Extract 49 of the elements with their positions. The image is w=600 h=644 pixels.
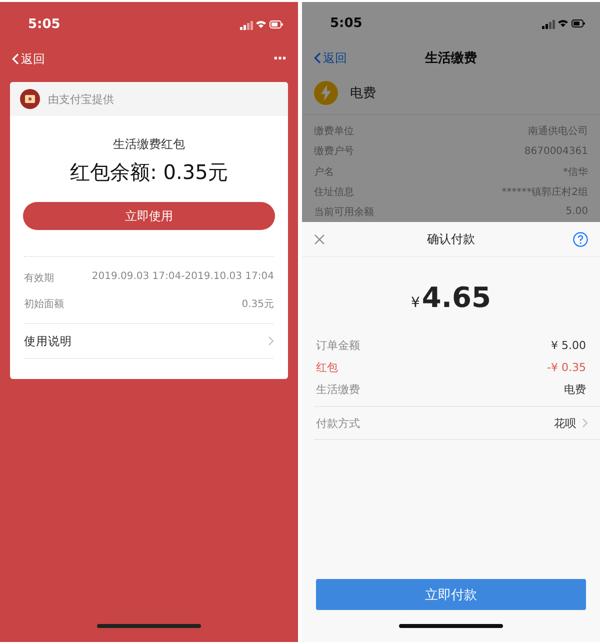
back-link[interactable]: 返回 xyxy=(12,50,46,68)
chevron-right-icon xyxy=(268,336,274,346)
info-label: 缴费单位 xyxy=(314,124,354,138)
order-line-value: -¥ 0.35 xyxy=(547,360,586,374)
detail-label: 有效期 xyxy=(24,272,54,285)
info-label: 当前可用余额 xyxy=(314,206,374,219)
method-label: 付款方式 xyxy=(316,416,360,430)
info-value: 8670004361 xyxy=(524,146,588,157)
page-title: 生活缴费 xyxy=(425,50,477,68)
chevron-right-icon xyxy=(582,418,588,428)
back-link[interactable]: 返回 xyxy=(314,50,348,67)
back-chevron-icon xyxy=(12,53,20,65)
order-line-value: 电费 xyxy=(564,382,586,396)
help-icon[interactable] xyxy=(573,232,588,246)
detail-label: 初始面额 xyxy=(24,298,64,311)
back-chevron-icon xyxy=(314,52,322,64)
detail-value: 0.35元 xyxy=(242,298,274,311)
balance-text: 红包余额: 0.35元 xyxy=(70,159,228,186)
payment-method-row[interactable]: 付款方式 花呗 xyxy=(314,406,600,440)
info-label: 户名 xyxy=(314,166,334,179)
payment-amount: ¥4.65 xyxy=(410,281,492,314)
card-title: 生活缴费红包 xyxy=(113,136,185,153)
provider-label: 由支付宝提供 xyxy=(48,92,114,106)
status-icons xyxy=(240,18,284,30)
more-button[interactable]: ··· xyxy=(273,51,286,67)
info-value: ******镇郭庄村2组 xyxy=(502,186,588,199)
order-line-value: ¥ 5.00 xyxy=(551,338,586,352)
info-value: *信华 xyxy=(563,166,588,179)
order-line-label: 订单金额 xyxy=(316,338,360,352)
detail-value: 2019.09.03 17:04-2019.10.03 17:04 xyxy=(92,271,274,284)
sheet-title: 确认付款 xyxy=(427,230,475,248)
instructions-label: 使用说明 xyxy=(24,334,72,348)
status-time: 5:05 xyxy=(330,16,362,32)
instructions-row[interactable]: 使用说明 xyxy=(24,324,274,358)
envelope-icon xyxy=(20,89,40,109)
status-icons xyxy=(542,18,586,30)
status-time: 5:05 xyxy=(28,16,60,32)
method-value: 花呗 xyxy=(554,416,576,430)
info-label: 住址信息 xyxy=(314,186,354,199)
info-value: 5.00 xyxy=(566,206,588,218)
order-line-label: 生活缴费 xyxy=(316,382,360,396)
pay-now-button[interactable]: 立即付款 xyxy=(316,579,586,610)
use-now-button[interactable]: 立即使用 xyxy=(23,202,275,230)
service-name: 电费 xyxy=(350,84,376,102)
close-icon[interactable] xyxy=(314,234,325,244)
lightning-icon xyxy=(314,80,338,105)
info-label: 缴费户号 xyxy=(314,144,354,158)
info-value: 南通供电公司 xyxy=(528,124,588,138)
order-line-label: 红包 xyxy=(316,360,338,374)
